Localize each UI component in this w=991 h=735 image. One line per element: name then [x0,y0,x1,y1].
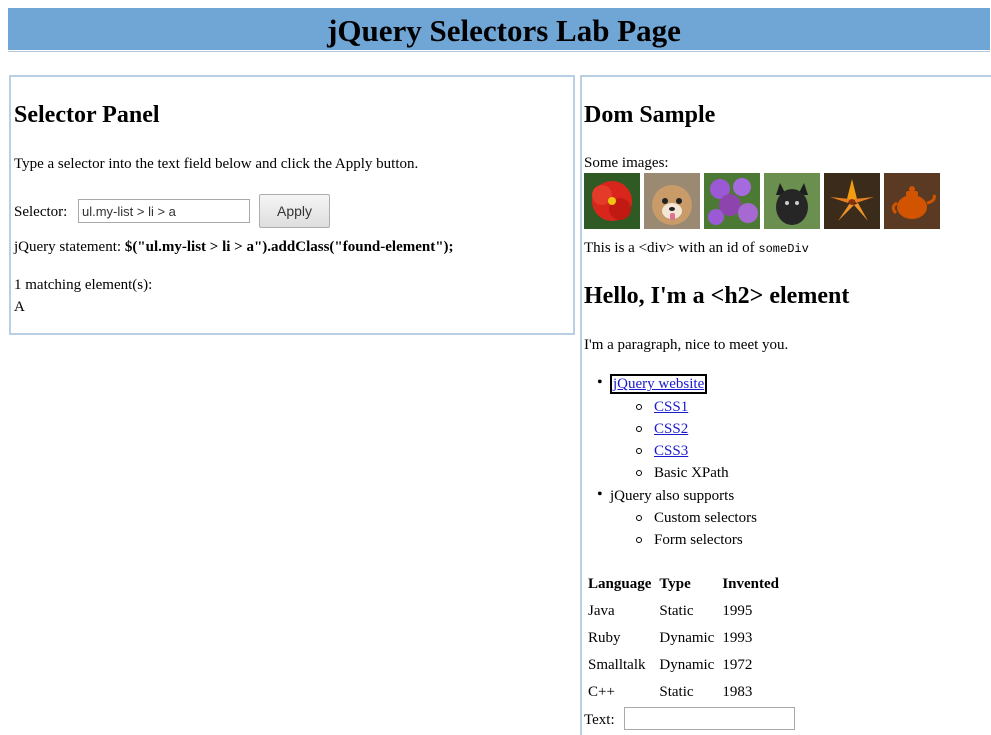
list-item: CSS1 [635,398,688,416]
apply-button[interactable]: Apply [259,194,330,228]
table-cell: Static [659,603,694,619]
some-div: This is a <div> with an id of someDiv [584,239,809,258]
column-header-type: Type [659,576,691,592]
match-result: A [14,299,25,315]
dom-sample-panel: Dom Sample Some images: This is a <div> … [580,75,991,735]
table-cell: 1983 [722,684,753,700]
page-header: jQuery Selectors Lab Page [8,8,990,50]
table-row: Smalltalk Dynamic 1972 [584,652,783,679]
list-item: CSS2 [635,420,688,438]
some-div-text: This is a <div> with an id of [584,240,755,256]
table-cell: Ruby [588,630,621,646]
orange-lily-image [824,173,880,229]
table-cell: Smalltalk [588,657,646,673]
table-cell: 1993 [722,630,753,646]
css2-link[interactable]: CSS2 [654,421,688,437]
jquery-website-link[interactable]: jQuery website [610,374,708,394]
teapot-image [884,173,940,229]
list-item: Basic XPath [636,465,729,481]
dom-sample-title: Dom Sample [584,102,716,128]
statement-code: $("ul.my-list > li > a").addClass("found… [124,239,454,255]
selector-panel-title: Selector Panel [14,102,160,128]
selector-input[interactable] [78,199,250,223]
red-hibiscus-flower-image [584,173,640,229]
purple-flowers-image [704,173,760,229]
match-summary: 1 matching element(s): [14,276,152,294]
page-title: jQuery Selectors Lab Page [327,13,681,48]
some-div-id: someDiv [758,242,809,256]
images-label: Some images: [584,155,669,171]
list-item: Custom selectors [636,510,757,526]
css3-link[interactable]: CSS3 [654,443,688,459]
statement-label: jQuery statement: [14,239,122,255]
text-label: Text: [584,712,615,728]
sample-h2: Hello, I'm a <h2> element [584,283,850,309]
table-cell: Dynamic [659,657,715,673]
column-header-invented: Invented [722,576,780,592]
column-header-language: Language [588,576,652,592]
list-item: jQuery also supports [597,486,734,505]
table-cell: Dynamic [659,630,715,646]
table-header-row: Language Type Invented [584,571,783,598]
list-item: CSS3 [635,442,688,460]
language-table: Language Type Invented Java Static 1995 … [584,571,783,706]
table-cell: C++ [588,684,615,700]
sample-paragraph: I'm a paragraph, nice to meet you. [584,337,789,353]
jquery-statement: jQuery statement: $("ul.my-list > li > a… [14,238,454,256]
table-cell: Static [659,684,694,700]
css1-link[interactable]: CSS1 [654,399,688,415]
match-label: matching element(s): [25,277,153,293]
dog-image [644,173,700,229]
list-item: jQuery website [597,374,708,394]
table-cell: 1995 [722,603,753,619]
list-item: Form selectors [636,532,743,548]
table-row: C++ Static 1983 [584,679,783,706]
header-divider [8,51,990,52]
match-count: 1 [14,277,22,293]
table-cell: Java [588,603,615,619]
black-dog-image [764,173,820,229]
selector-panel: Selector Panel Type a selector into the … [9,75,575,335]
table-row: Java Static 1995 [584,598,783,625]
table-row: Ruby Dynamic 1993 [584,625,783,652]
selector-label: Selector: [14,204,68,220]
text-input[interactable] [624,707,795,730]
table-cell: 1972 [722,657,753,673]
selector-instructions: Type a selector into the text field belo… [14,156,419,172]
